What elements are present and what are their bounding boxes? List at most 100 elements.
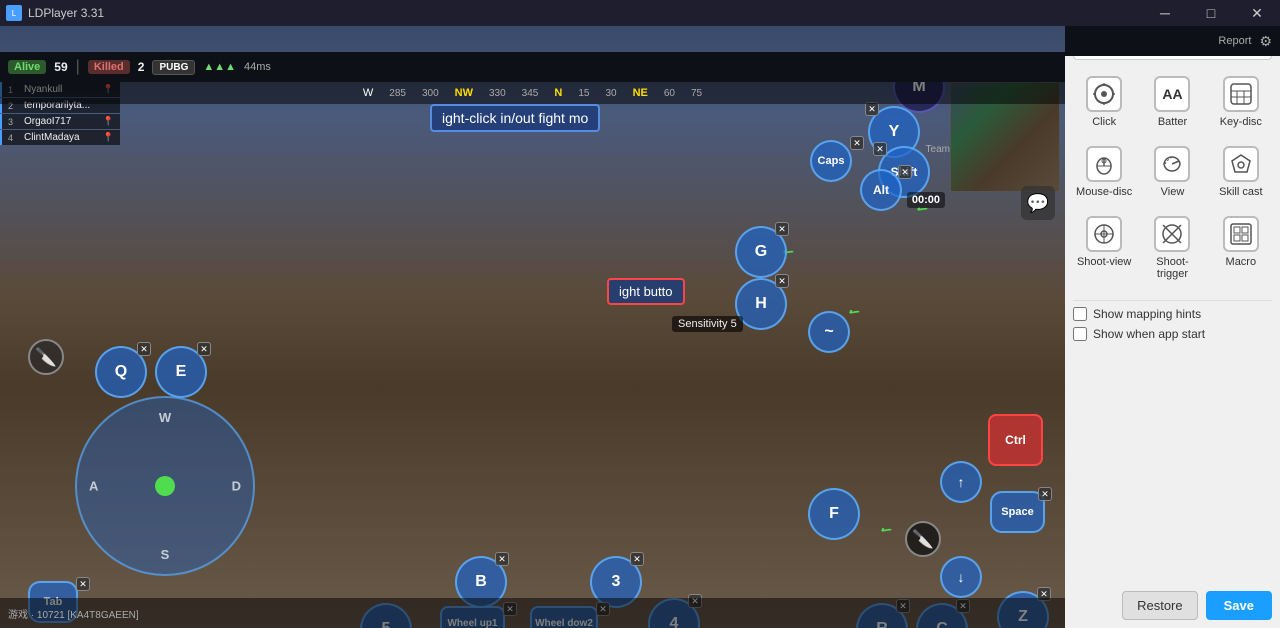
compass-NW: NW <box>455 87 473 99</box>
shoot-trigger-label: Shoot-trigger <box>1143 256 1201 280</box>
minimize-button[interactable]: ─ <box>1142 0 1188 26</box>
joystick-center <box>155 476 175 496</box>
game-timer: 00:00 <box>907 192 945 208</box>
right-panel: 2K Default ▾ Click AA Batter <box>1065 26 1280 628</box>
restore-button[interactable]: Restore <box>1122 591 1198 620</box>
key-F[interactable]: F <box>808 488 860 540</box>
tools-grid: Click AA Batter Key-disc <box>1073 70 1272 286</box>
tool-batter[interactable]: AA Batter <box>1141 70 1203 134</box>
compass-30: 30 <box>605 88 616 99</box>
fight-mode-label: ight butto <box>619 284 673 299</box>
key-Shift-close[interactable]: ✕ <box>873 142 887 156</box>
hud-text: 游戏 · 10721 [KA4T8GAEEN] <box>8 606 139 621</box>
fight-mode-box[interactable]: ight butto <box>607 278 685 305</box>
click-label: Click <box>1092 116 1116 128</box>
killed-badge: Killed <box>88 60 130 74</box>
green-marker-3: ✓ <box>844 302 864 322</box>
key-down[interactable]: ↓ <box>940 556 982 598</box>
tool-mouse-disc[interactable]: Mouse-disc <box>1073 140 1135 204</box>
game-viewport[interactable]: Alive 59 | Killed 2 PUBG ▲▲▲ 44ms W 285 … <box>0 26 1065 628</box>
key-Tab-close[interactable]: ✕ <box>76 577 90 591</box>
skill-cast-icon <box>1223 146 1259 182</box>
key-E-close[interactable]: ✕ <box>197 342 211 356</box>
latency-display: 44ms <box>244 61 271 73</box>
weapon-bottom-icon[interactable]: 🔪 <box>905 521 941 557</box>
tool-shoot-trigger[interactable]: Shoot-trigger <box>1141 210 1203 286</box>
skill-cast-label: Skill cast <box>1219 186 1262 198</box>
key-Alt[interactable]: Alt <box>860 169 902 211</box>
key-Space-close[interactable]: ✕ <box>1038 487 1052 501</box>
key-Ctrl[interactable]: Ctrl <box>988 414 1043 466</box>
compass-345: 345 <box>522 88 539 99</box>
sensitivity-label: Sensitivity 5 <box>672 316 743 332</box>
key-tilde[interactable]: ~ <box>808 311 850 353</box>
killed-count: 2 <box>138 60 145 74</box>
compass-300: 300 <box>422 88 439 99</box>
tooltip-box: ight-click in/out fight mo <box>430 104 600 132</box>
titlebar: L LDPlayer 3.31 ─ □ ✕ <box>0 0 1280 26</box>
save-button[interactable]: Save <box>1206 591 1272 620</box>
key-Space[interactable]: Space <box>990 491 1045 533</box>
panel-divider <box>1073 300 1272 301</box>
close-button[interactable]: ✕ <box>1234 0 1280 26</box>
app-title: LDPlayer 3.31 <box>28 6 1142 20</box>
key-disc-label: Key-disc <box>1220 116 1262 128</box>
joystick[interactable]: W S A D <box>75 396 255 576</box>
joystick-A: A <box>89 479 98 494</box>
player-item: 4 ClintMadaya 📍 <box>0 130 120 145</box>
mouse-disc-label: Mouse-disc <box>1076 186 1132 198</box>
tool-shoot-view[interactable]: Shoot-view <box>1073 210 1135 286</box>
key-Y-close[interactable]: ✕ <box>865 102 879 116</box>
svg-text:L: L <box>12 9 17 18</box>
team-indicator: Team <box>926 144 950 155</box>
key-3-close[interactable]: ✕ <box>630 552 644 566</box>
key-B-close[interactable]: ✕ <box>495 552 509 566</box>
mapping-hints-checkbox[interactable] <box>1073 307 1087 321</box>
view-icon <box>1154 146 1190 182</box>
mapping-hints-row: Show mapping hints <box>1073 307 1272 321</box>
key-disc-icon <box>1223 76 1259 112</box>
key-Q-close[interactable]: ✕ <box>137 342 151 356</box>
settings-icon[interactable]: ⚙ <box>1259 33 1272 50</box>
tool-click[interactable]: Click <box>1073 70 1135 134</box>
key-G-close[interactable]: ✕ <box>775 222 789 236</box>
app-start-checkbox[interactable] <box>1073 327 1087 341</box>
signal-icon: ▲▲▲ <box>203 61 236 73</box>
joystick-outer[interactable]: W S A D <box>75 396 255 576</box>
compass-N: N <box>554 87 562 99</box>
tool-view[interactable]: View <box>1141 140 1203 204</box>
player-item: 3 OrgaoI717 📍 <box>0 114 120 129</box>
weapon-icon[interactable]: 🔪 <box>28 339 64 375</box>
joystick-W: W <box>159 410 171 425</box>
tooltip-text: ight-click in/out fight mo <box>442 110 588 126</box>
compass-60: 60 <box>664 88 675 99</box>
key-Caps[interactable]: Caps <box>810 140 852 182</box>
compass-285: 285 <box>389 88 406 99</box>
tool-macro[interactable]: Macro <box>1210 210 1272 286</box>
chat-icon[interactable]: 💬 <box>1021 186 1055 220</box>
batter-icon: AA <box>1154 76 1190 112</box>
app-start-label[interactable]: Show when app start <box>1093 327 1205 341</box>
mapping-hints-label[interactable]: Show mapping hints <box>1093 307 1201 321</box>
report-button[interactable]: Report <box>1218 35 1251 47</box>
alive-count: 59 <box>54 60 67 74</box>
tool-key-disc[interactable]: Key-disc <box>1210 70 1272 134</box>
green-marker-4: ✓ <box>876 520 896 540</box>
batter-label: Batter <box>1158 116 1187 128</box>
key-Caps-close[interactable]: ✕ <box>850 136 864 150</box>
compass-bar: W 285 300 NW 330 345 N 15 30 NE 60 75 <box>0 82 1065 104</box>
app-start-row: Show when app start <box>1073 327 1272 341</box>
pubg-badge: PUBG <box>152 60 195 75</box>
map-report-bar: Report ⚙ <box>1065 26 1280 56</box>
maximize-button[interactable]: □ <box>1188 0 1234 26</box>
key-up[interactable]: ↑ <box>940 461 982 503</box>
tool-skill-cast[interactable]: Skill cast <box>1210 140 1272 204</box>
joystick-D: D <box>232 479 241 494</box>
mouse-disc-icon <box>1086 146 1122 182</box>
macro-icon <box>1223 216 1259 252</box>
key-H-close[interactable]: ✕ <box>775 274 789 288</box>
key-Alt-close[interactable]: ✕ <box>898 165 912 179</box>
compass-75: 75 <box>691 88 702 99</box>
shoot-trigger-icon <box>1154 216 1190 252</box>
compass-W: W <box>363 87 373 99</box>
